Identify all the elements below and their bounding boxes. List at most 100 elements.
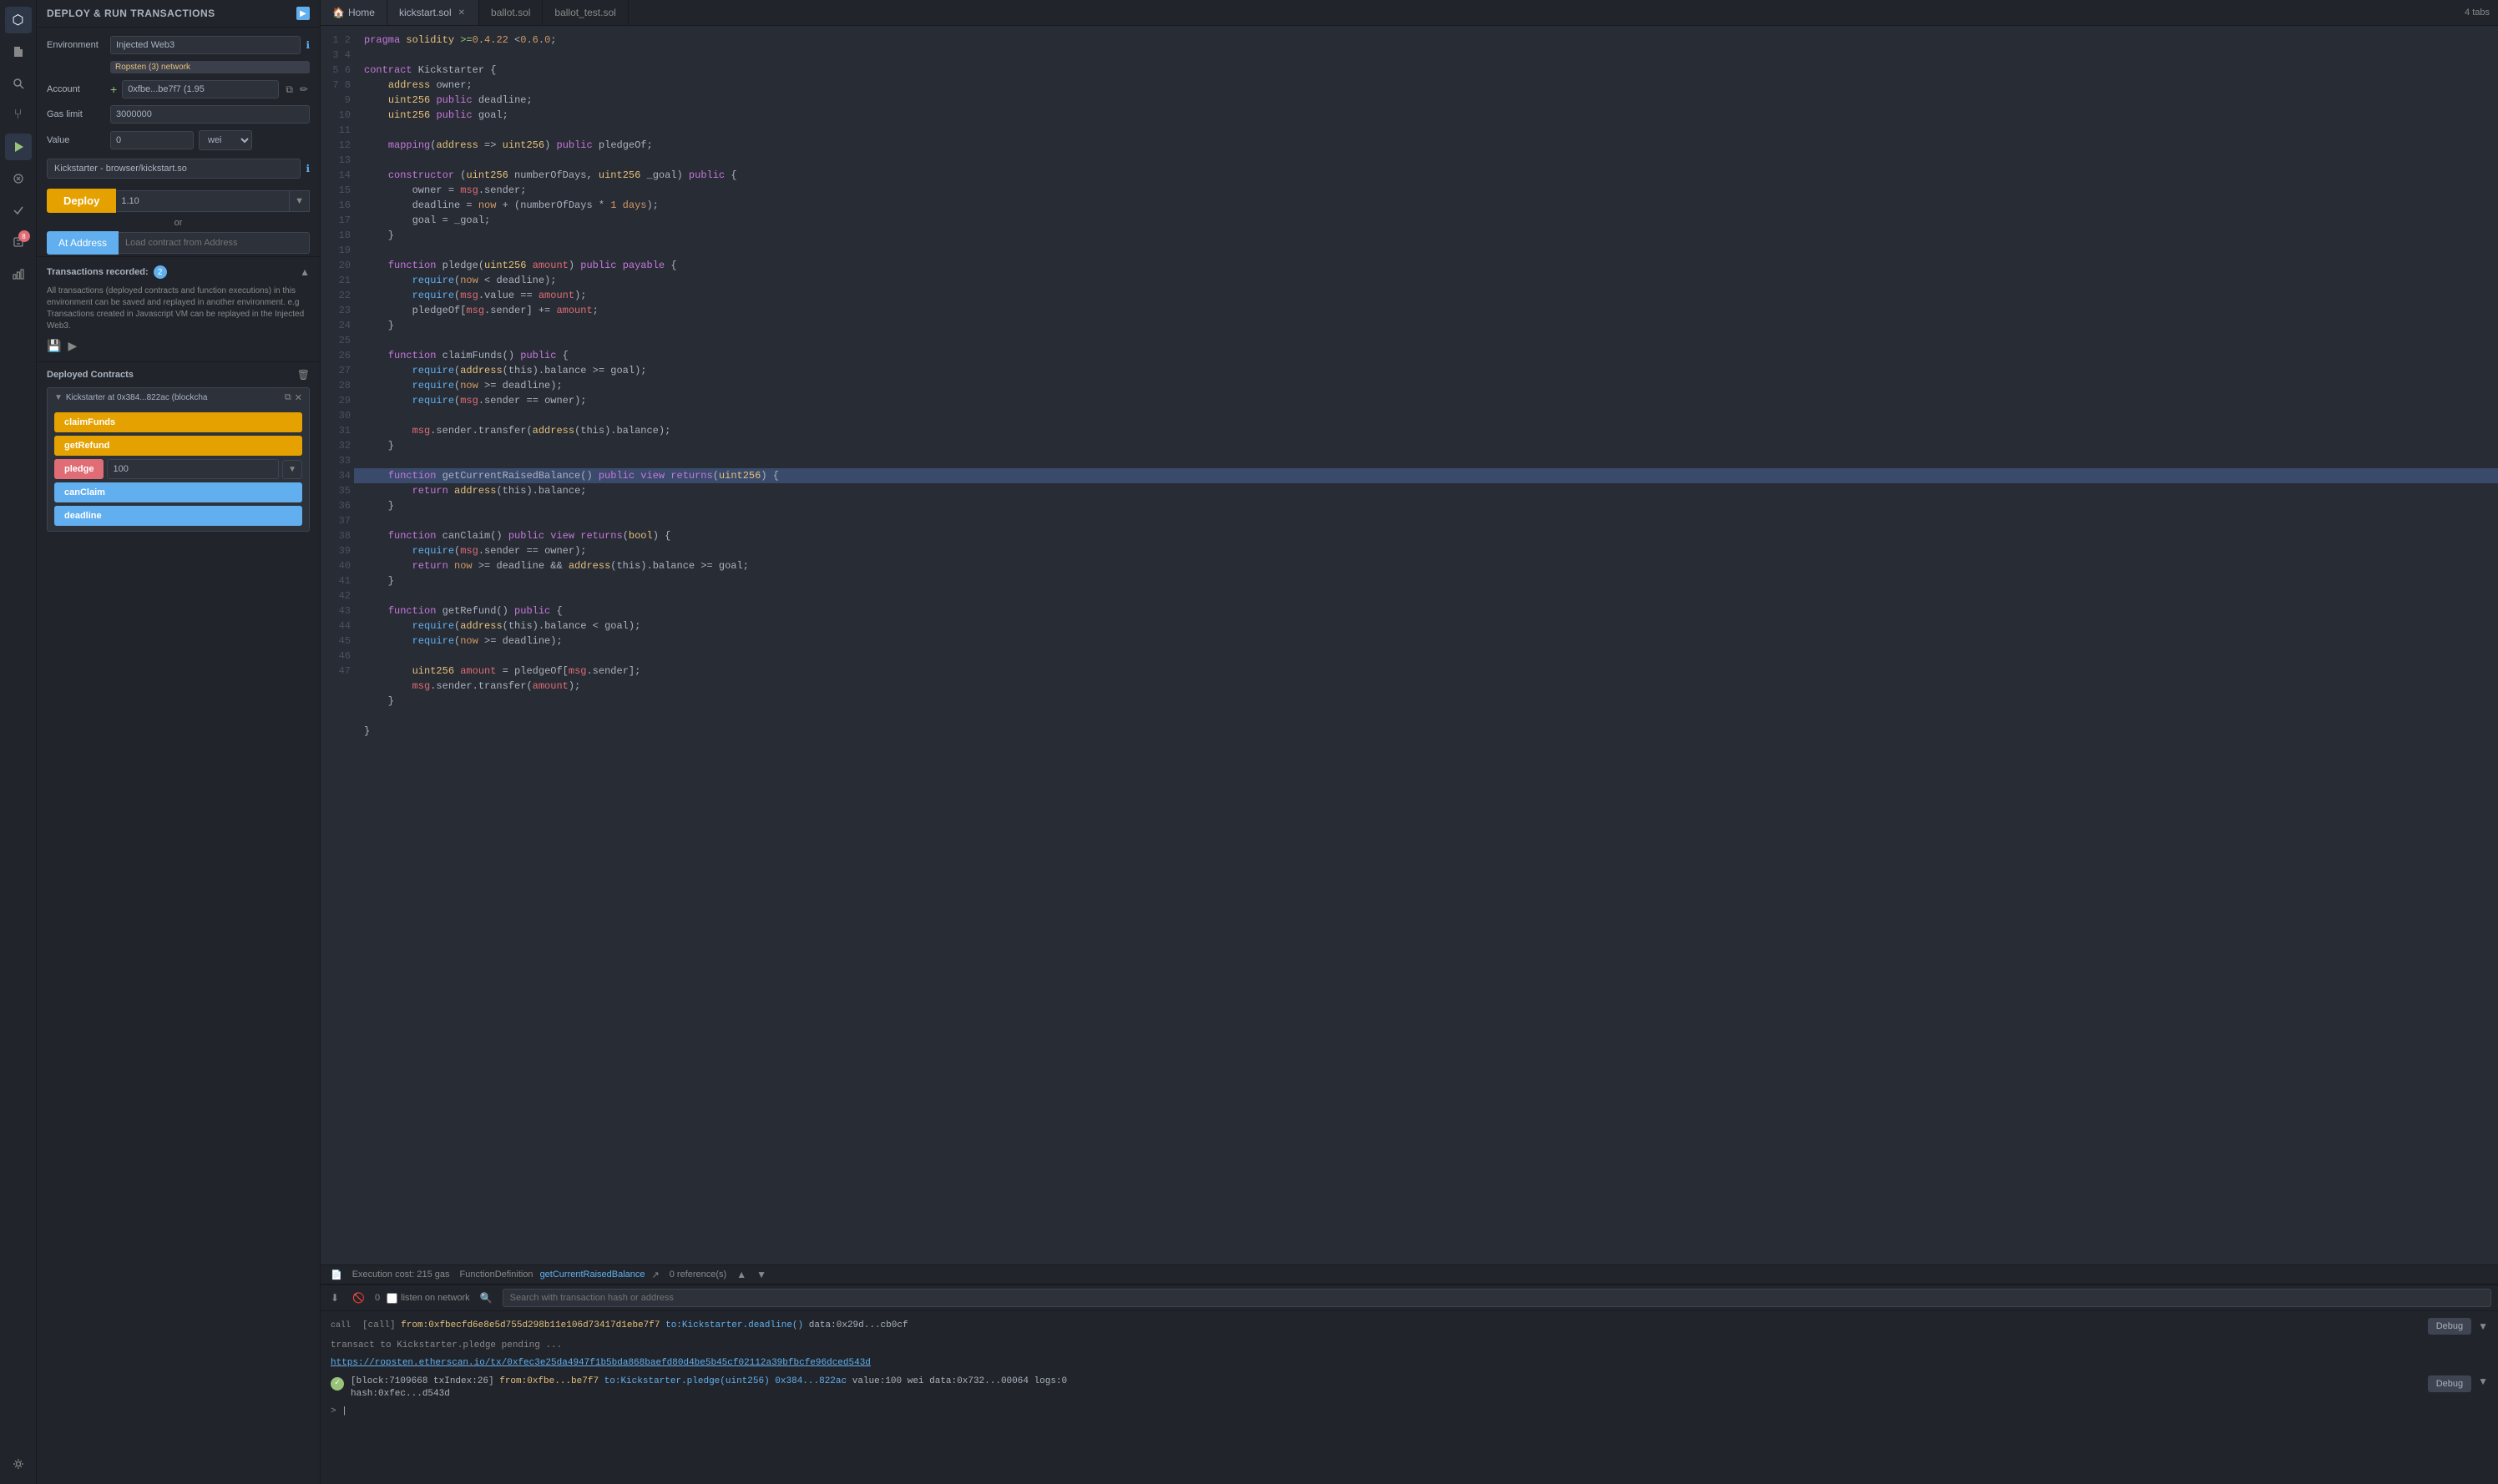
deploy-row: Deploy ▼ [37,185,320,216]
analytics-icon[interactable] [5,260,32,287]
pledge-arrow-button[interactable]: ▼ [282,460,302,479]
remove-contract-button[interactable]: ✕ [295,392,302,403]
console-call-entry: call [call] from:0xfbecfd6e8e5d755d298b1… [331,1318,2488,1335]
claimfunds-button[interactable]: claimFunds [54,412,302,432]
network-badge: Ropsten (3) network [110,61,310,73]
debug-success-button[interactable]: Debug [2428,1375,2471,1392]
deploy-icon[interactable] [5,134,32,160]
transactions-header: Transactions recorded: 2 ▲ [47,265,310,279]
debug-icon[interactable] [5,165,32,192]
console-prompt: > | [331,1406,2488,1416]
function-definition: FunctionDefinition getCurrentRaisedBalan… [460,1269,660,1280]
copy-contract-button[interactable]: ⧉ [285,392,291,403]
home-tab-label: Home [348,7,375,18]
console-clear-button[interactable]: 🚫 [349,1290,368,1305]
files-icon[interactable] [5,38,32,65]
deadline-button[interactable]: deadline [54,506,302,526]
main-content: 🏠 Home kickstart.sol ✕ ballot.sol ballot… [321,0,2498,1484]
environment-info-icon[interactable]: ℹ [306,39,310,51]
status-down-button[interactable]: ▼ [756,1269,766,1280]
at-address-button[interactable]: At Address [47,231,119,255]
success-content: [block:7109668 txIndex:26] from:0xfbe...… [351,1375,2421,1401]
account-label: Account [47,84,105,94]
tab-home[interactable]: 🏠 Home [321,0,387,25]
console-toolbar: ⬇ 🚫 0 listen on network 🔍 [321,1285,2498,1311]
git-icon[interactable]: ⑂ [5,102,32,129]
settings-icon[interactable] [5,1451,32,1477]
prompt-symbol: > [331,1406,336,1416]
listen-network-row: listen on network [387,1293,470,1304]
search-sidebar-icon[interactable] [5,70,32,97]
contract-action-buttons: ⧉ ✕ [285,392,302,403]
canclaim-button[interactable]: canClaim [54,482,302,502]
tab-kickstart[interactable]: kickstart.sol ✕ [387,0,479,25]
console-scroll-down-button[interactable]: ⬇ [327,1290,342,1305]
deploy-arrow-button[interactable]: ▼ [290,190,310,212]
function-def-label: FunctionDefinition [460,1269,533,1280]
contract-select[interactable]: Kickstarter - browser/kickstart.so [47,159,301,179]
console-pending-entry: transact to Kickstarter.pledge pending .… [331,1340,2488,1352]
clear-deployed-button[interactable]: 🗑 [297,369,310,381]
environment-select[interactable]: JavaScript VMInjected Web3Web3 Provider [110,36,301,54]
ballot-tab-label: ballot.sol [491,7,530,18]
call-text: [call] from:0xfbecfd6e8e5d755d298b11e106… [362,1320,908,1332]
gas-limit-label: Gas limit [47,109,105,119]
etherscan-link[interactable]: https://ropsten.etherscan.io/tx/0xfec3e2… [331,1358,871,1368]
success-text: [block:7109668 txIndex:26] from:0xfbe...… [351,1375,2421,1401]
account-plus-icon[interactable]: + [110,83,117,96]
deploy-value-input[interactable] [116,190,290,212]
load-contract-input[interactable] [119,232,310,254]
test-icon[interactable] [5,197,32,224]
debug-call-expand[interactable]: ▼ [2478,1320,2488,1332]
notification-badge: 8 [18,230,30,242]
pending-text: transact to Kickstarter.pledge pending .… [331,1340,562,1350]
console-search-input[interactable] [503,1289,2491,1307]
tab-ballot[interactable]: ballot.sol [479,0,543,25]
logo-icon[interactable]: ⬡ [5,7,32,33]
unit-select[interactable]: wei gwei finney ether [199,130,252,150]
gas-limit-input[interactable] [110,105,310,124]
console-search-icon[interactable]: 🔍 [477,1290,496,1305]
edit-account-button[interactable]: ✏ [298,82,310,97]
home-icon: 🏠 [332,7,345,18]
contract-toggle-button[interactable]: ▼ [54,393,63,402]
pledge-button[interactable]: pledge [54,459,104,479]
file-icon: 📄 [331,1269,342,1280]
deployed-contract-header: ▼ Kickstarter at 0x384...822ac (blockcha… [48,388,309,407]
tabs-bar: 🏠 Home kickstart.sol ✕ ballot.sol ballot… [321,0,2498,26]
code-area: 1 2 3 4 5 6 7 8 9 10 11 12 13 14 15 16 1… [321,26,2498,1264]
getrefund-button[interactable]: getRefund [54,436,302,456]
transactions-count-badge: 2 [154,265,167,279]
deployed-title: Deployed Contracts [47,370,134,380]
debug-success-expand[interactable]: ▼ [2478,1375,2488,1387]
account-select[interactable]: 0xfbe...be7f7 (1.95 [122,80,279,98]
environment-label: Environment [47,40,105,50]
play-transactions-button[interactable]: ▶ [68,339,77,353]
environment-row: Environment JavaScript VMInjected Web3We… [47,36,310,54]
at-address-row: At Address [37,230,320,256]
transactions-collapse-button[interactable]: ▲ [300,266,310,278]
copy-account-button[interactable]: ⧉ [284,82,295,98]
contract-info-icon[interactable]: ℹ [306,163,310,174]
contract-name: Kickstarter at 0x384...822ac (blockcha [66,393,281,402]
transactions-title: Transactions recorded: [47,267,149,277]
listen-network-checkbox[interactable] [387,1293,397,1304]
tab-ballot-test[interactable]: ballot_test.sol [543,0,628,25]
status-up-button[interactable]: ▲ [736,1269,746,1280]
pledge-input[interactable] [107,459,279,479]
console-success-entry: ✓ [block:7109668 txIndex:26] from:0xfbe.… [331,1375,2488,1401]
deploy-button[interactable]: Deploy [47,189,116,213]
transactions-section: Transactions recorded: 2 ▲ All transacti… [37,256,320,361]
function-def-name: getCurrentRaisedBalance [540,1269,645,1280]
value-label: Value [47,135,105,145]
listen-network-label: listen on network [401,1293,470,1303]
save-transactions-button[interactable]: 💾 [47,339,61,353]
or-text: or [37,216,320,230]
console-filter-count: 0 [375,1293,380,1303]
debug-call-button[interactable]: Debug [2428,1318,2471,1335]
code-content[interactable]: pragma solidity >=0.4.22 <0.6.0; contrac… [354,26,2498,1264]
kickstart-tab-close[interactable]: ✕ [457,8,467,18]
value-input[interactable] [110,131,194,149]
plugin-icon[interactable]: 8 [5,229,32,255]
value-row: Value wei gwei finney ether [47,130,310,150]
